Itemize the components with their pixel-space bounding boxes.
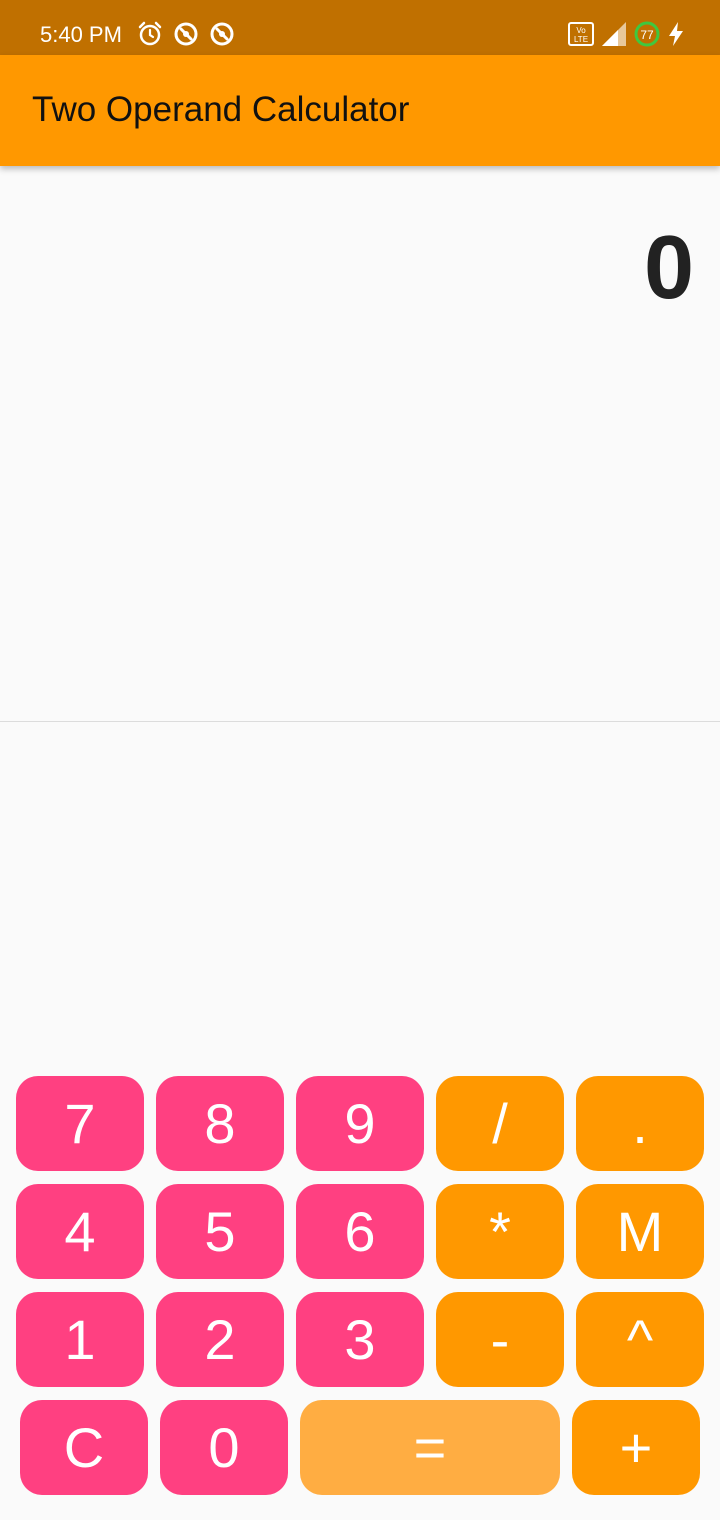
key-6[interactable]: 6 [296,1184,424,1279]
volte-icon: Vo LTE [568,20,596,48]
key-equals[interactable]: = [300,1400,560,1495]
sync-icon [208,20,236,48]
signal-icon [600,20,628,48]
key-decimal[interactable]: . [576,1076,704,1171]
svg-text:LTE: LTE [574,35,588,44]
key-8[interactable]: 8 [156,1076,284,1171]
key-5[interactable]: 5 [156,1184,284,1279]
page-title: Two Operand Calculator [32,90,410,129]
key-1[interactable]: 1 [16,1292,144,1387]
key-memory[interactable]: M [576,1184,704,1279]
battery-level: 77 [640,28,654,42]
app-bar: Two Operand Calculator [0,55,720,166]
alarm-icon [136,20,164,48]
sync-icon [172,20,200,48]
key-power[interactable]: ^ [576,1292,704,1387]
key-4[interactable]: 4 [16,1184,144,1279]
keypad: 7 8 9 / . 4 5 6 * M 1 2 3 - ^ C 0 = + [0,1076,720,1506]
key-9[interactable]: 9 [296,1076,424,1171]
display-area: 0 [0,166,720,721]
svg-text:Vo: Vo [576,26,586,35]
key-0[interactable]: 0 [160,1400,288,1495]
key-subtract[interactable]: - [436,1292,564,1387]
key-divide[interactable]: / [436,1076,564,1171]
status-time: 5:40 PM [40,22,122,47]
key-7[interactable]: 7 [16,1076,144,1171]
key-add[interactable]: + [572,1400,700,1495]
status-bar: 5:40 PM Vo LTE 77 [0,0,720,55]
key-2[interactable]: 2 [156,1292,284,1387]
display-value: 0 [643,218,694,318]
divider [0,721,720,722]
key-multiply[interactable]: * [436,1184,564,1279]
battery-icon: 77 [633,20,661,48]
charging-icon [666,20,694,48]
key-3[interactable]: 3 [296,1292,424,1387]
key-clear[interactable]: C [20,1400,148,1495]
